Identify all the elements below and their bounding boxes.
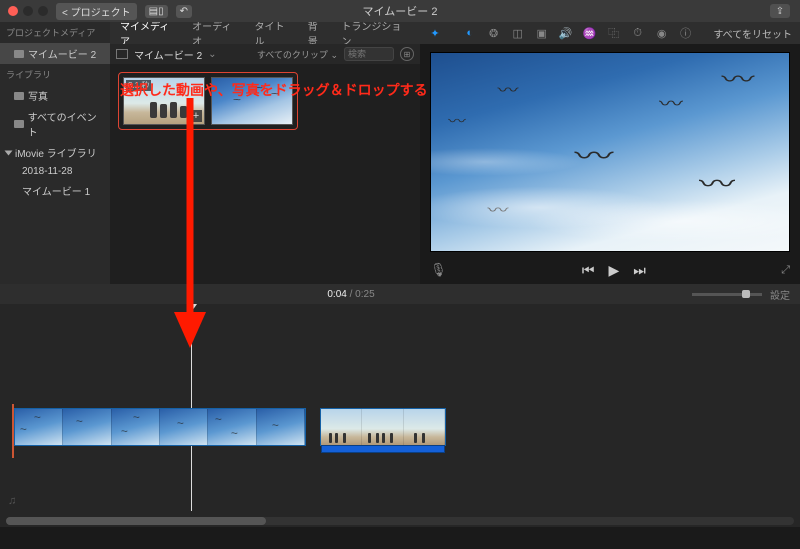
add-to-timeline-button[interactable]: +	[190, 110, 202, 122]
volume-icon[interactable]: 🔊	[559, 27, 573, 40]
equalizer-icon[interactable]: ⿻	[607, 25, 621, 41]
share-button[interactable]: ⇪	[770, 4, 790, 18]
close-window-button[interactable]	[8, 6, 18, 16]
clapboard-icon	[14, 50, 24, 58]
grid-icon: ⊞	[404, 50, 411, 59]
audio-waveform-strip[interactable]	[321, 445, 445, 453]
sidebar-item-imovie-library[interactable]: iMovie ライブラリ	[0, 142, 110, 163]
back-to-projects-button[interactable]: < プロジェクト	[56, 3, 137, 20]
zoom-slider[interactable]	[692, 293, 762, 296]
star-icon	[14, 120, 24, 128]
sidebar-item-movie-1[interactable]: マイムービー 1	[0, 180, 110, 201]
crop-icon[interactable]: ◫	[511, 27, 525, 40]
color-correction-icon[interactable]: ❂	[487, 27, 501, 40]
video-track[interactable]: ~~ ~ ~~ ~ ~~ ~	[14, 408, 446, 454]
titlebar: < プロジェクト ▤▯ ↶ マイムービー 2 ⇪	[0, 0, 800, 22]
sidebar-item-label: マイムービー 1	[22, 183, 90, 198]
appearance-options-button[interactable]: ⊞	[400, 47, 414, 61]
playback-controls: 🎙 ⏮ ▶ ⏭ ⤢	[420, 256, 800, 284]
timecode-current: 0:04	[327, 289, 346, 300]
sidebar-item-label: 写真	[28, 88, 48, 103]
chevron-down-icon: ⌄	[208, 49, 216, 60]
sidebar-section-library: ライブラリ	[0, 64, 110, 85]
noise-reduction-icon[interactable]: ♒	[583, 27, 597, 40]
play-button[interactable]: ▶	[608, 262, 619, 279]
timeline-settings-button[interactable]: 設定	[770, 287, 790, 302]
breadcrumb[interactable]: マイムービー 2	[134, 47, 202, 62]
reset-all-button[interactable]: すべてをリセット	[713, 26, 792, 41]
sidebar-item-event-date[interactable]: 2018-11-28	[0, 163, 110, 180]
browser-header: マイムービー 2 ⌄ すべてのクリップ ⌄ ⊞	[110, 44, 420, 64]
timecode-total: 0:25	[355, 289, 374, 300]
disclosure-triangle-icon[interactable]	[5, 150, 13, 155]
overlay-icon[interactable]: ◉	[655, 27, 669, 40]
speed-icon[interactable]: ⏱	[631, 27, 645, 40]
horizontal-scrollbar[interactable]	[6, 517, 794, 525]
sidebar-item-label: 2018-11-28	[22, 166, 72, 177]
photo-icon	[14, 92, 24, 100]
preview-canvas[interactable]: 〰 〰 〰 〰 〰 〰 〰	[430, 52, 790, 252]
undo-button[interactable]: ↶	[176, 5, 192, 18]
search-input[interactable]	[344, 47, 394, 61]
library-sidebar: プロジェクトメディア マイムービー 2 ライブラリ 写真 すべてのイベント iM…	[0, 22, 110, 284]
window-controls	[0, 6, 48, 16]
playhead-handle[interactable]	[187, 304, 197, 311]
next-button[interactable]: ⏭	[633, 262, 646, 279]
music-track-icon[interactable]: ♫	[8, 495, 16, 507]
sidebar-item-label: すべてのイベント	[28, 109, 104, 139]
sidebar-item-project[interactable]: マイムービー 2	[0, 43, 110, 64]
fullscreen-button[interactable]: ⤢	[781, 264, 790, 277]
clip-filter-dropdown[interactable]: すべてのクリップ ⌄	[257, 48, 338, 61]
share-icon: ⇪	[776, 6, 784, 17]
sidebar-item-all-events[interactable]: すべてのイベント	[0, 106, 110, 142]
chevron-down-icon: ⌄	[330, 50, 338, 60]
color-balance-icon[interactable]: ◐	[463, 27, 477, 39]
inspector-toolbar: ✦ ◐ ❂ ◫ ▣ 🔊 ♒ ⿻ ⏱ ◉ ⓘ すべてをリセット	[420, 22, 800, 44]
sidebar-item-label: マイムービー 2	[28, 46, 96, 61]
timeline[interactable]: ~~ ~ ~~ ~ ~~ ~ ♫	[0, 304, 800, 527]
window-title: マイムービー 2	[363, 3, 438, 19]
sidebar-item-photos[interactable]: 写真	[0, 85, 110, 106]
browser-tabs: マイメディア オーディオ タイトル 背景 トランジション	[110, 22, 420, 44]
timeline-clip[interactable]: ~~ ~ ~~ ~ ~~ ~	[14, 408, 306, 446]
stabilize-icon[interactable]: ▣	[535, 27, 549, 40]
sidebar-section-project-media: プロジェクトメディア	[0, 22, 110, 43]
sidebar-toggle-button[interactable]	[116, 49, 128, 59]
enhance-wand-icon[interactable]: ✦	[428, 27, 442, 40]
info-icon[interactable]: ⓘ	[679, 25, 693, 41]
sidebar-item-label: iMovie ライブラリ	[15, 145, 97, 160]
minimize-window-button[interactable]	[23, 6, 33, 16]
voiceover-mic-button[interactable]: 🎙	[430, 262, 447, 278]
audio-waveform-strip[interactable]	[15, 445, 305, 446]
timeline-header: 0:04 / 0:25 設定	[0, 284, 800, 304]
timeline-clip[interactable]	[320, 408, 446, 446]
preview-viewer: 〰 〰 〰 〰 〰 〰 〰	[420, 44, 800, 256]
prev-button[interactable]: ⏮	[582, 262, 595, 279]
zoom-window-button[interactable]	[38, 6, 48, 16]
layout-toggle-button[interactable]: ▤▯	[145, 5, 168, 18]
annotation-text: 選択した動画や、写真をドラッグ＆ドロップする	[120, 80, 428, 100]
